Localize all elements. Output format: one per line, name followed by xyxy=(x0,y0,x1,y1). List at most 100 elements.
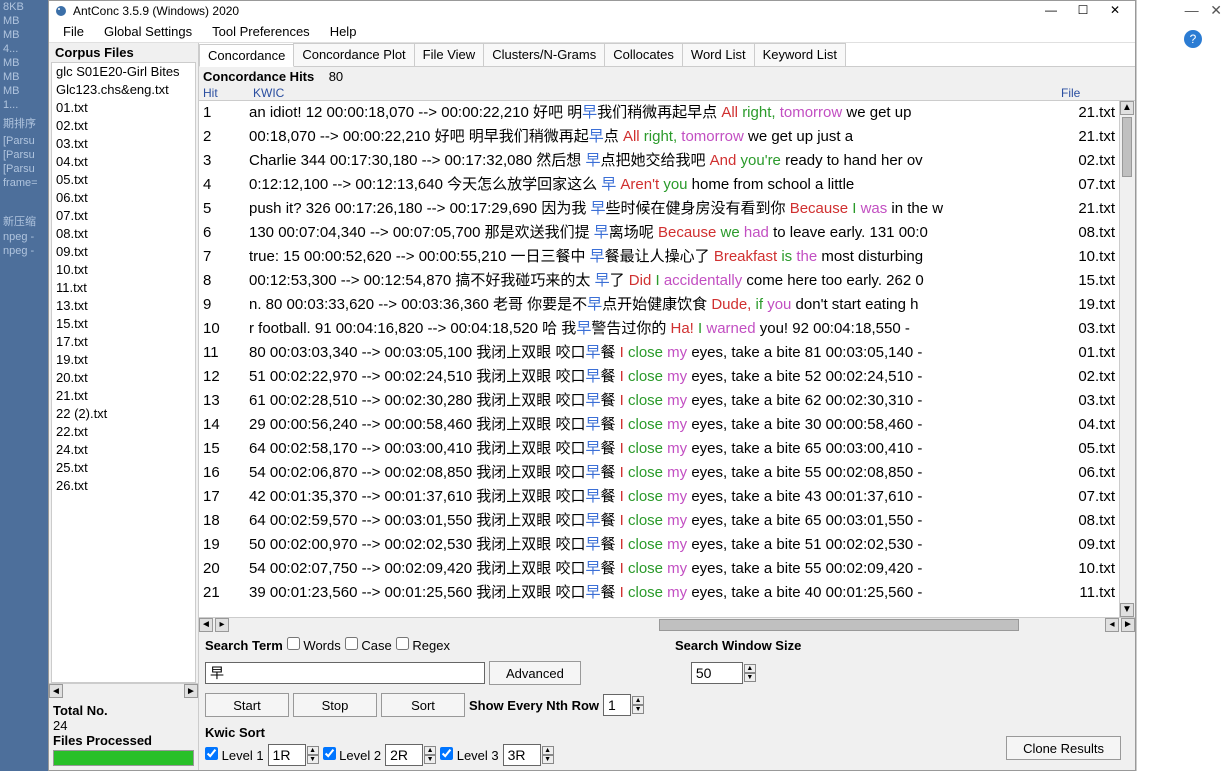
concordance-row[interactable]: 6 130 00:07:04,340 --> 00:07:05,700 那是欢送… xyxy=(199,221,1119,245)
concordance-row[interactable]: 200:18,070 --> 00:00:22,210 好吧 明早我们稍微再起早… xyxy=(199,125,1119,149)
nth-row-spinner[interactable]: ▲▼ xyxy=(603,694,644,716)
concordance-row[interactable]: 1742 00:01:35,370 --> 00:01:37,610 我闭上双眼… xyxy=(199,485,1119,509)
advanced-button[interactable]: Advanced xyxy=(489,661,581,685)
corpus-file-item[interactable]: 22.txt xyxy=(52,423,195,441)
tab-concordance[interactable]: Concordance xyxy=(199,44,294,67)
corpus-file-item[interactable]: 25.txt xyxy=(52,459,195,477)
vertical-scrollbar[interactable]: ▲ ▼ xyxy=(1119,101,1135,617)
menu-tool-preferences[interactable]: Tool Preferences xyxy=(202,24,320,39)
corpus-file-item[interactable]: 10.txt xyxy=(52,261,195,279)
spin-down-icon[interactable]: ▼ xyxy=(632,705,644,714)
corpus-file-item[interactable]: 15.txt xyxy=(52,315,195,333)
concordance-row[interactable]: 2054 00:02:07,750 --> 00:02:09,420 我闭上双眼… xyxy=(199,557,1119,581)
col-kwic[interactable]: KWIC xyxy=(253,86,1061,100)
corpus-file-item[interactable]: 21.txt xyxy=(52,387,195,405)
corpus-file-item[interactable]: 09.txt xyxy=(52,243,195,261)
scroll-thumb[interactable] xyxy=(1122,117,1132,177)
level1-checkbox[interactable]: Level 1 xyxy=(205,747,264,763)
words-checkbox[interactable]: Words xyxy=(287,637,341,653)
scroll-right-icon[interactable]: ► xyxy=(184,684,198,698)
tab-word-list[interactable]: Word List xyxy=(682,43,755,66)
minimize-button[interactable]: — xyxy=(1035,1,1067,21)
col-file[interactable]: File xyxy=(1061,86,1131,100)
concordance-row[interactable]: 10r football. 91 00:04:16,820 --> 00:04:… xyxy=(199,317,1119,341)
scroll-up-icon[interactable]: ▲ xyxy=(1120,101,1134,115)
concordance-row[interactable]: 1an idiot! 12 00:00:18,070 --> 00:00:22,… xyxy=(199,101,1119,125)
tab-keyword-list[interactable]: Keyword List xyxy=(754,43,846,66)
corpus-file-item[interactable]: 26.txt xyxy=(52,477,195,495)
concordance-row[interactable]: 1864 00:02:59,570 --> 00:03:01,550 我闭上双眼… xyxy=(199,509,1119,533)
corpus-file-item[interactable]: 20.txt xyxy=(52,369,195,387)
concordance-row[interactable]: 1429 00:00:56,240 --> 00:00:58,460 我闭上双眼… xyxy=(199,413,1119,437)
concordance-row[interactable]: 1950 00:02:00,970 --> 00:02:02,530 我闭上双眼… xyxy=(199,533,1119,557)
help-icon[interactable]: ? xyxy=(1184,30,1202,48)
level1-spinner[interactable]: ▲▼ xyxy=(268,744,319,766)
menu-file[interactable]: File xyxy=(53,24,94,39)
scroll-right-icon[interactable]: ► xyxy=(1121,618,1135,632)
corpus-file-item[interactable]: 02.txt xyxy=(52,117,195,135)
concordance-row[interactable]: 1564 00:02:58,170 --> 00:03:00,410 我闭上双眼… xyxy=(199,437,1119,461)
start-button[interactable]: Start xyxy=(205,693,289,717)
scroll-left2-icon[interactable]: ▸ xyxy=(215,618,229,632)
case-checkbox[interactable]: Case xyxy=(345,637,392,653)
concordance-table[interactable]: 1an idiot! 12 00:00:18,070 --> 00:00:22,… xyxy=(199,101,1119,605)
corpus-file-item[interactable]: 13.txt xyxy=(52,297,195,315)
concordance-row[interactable]: 1361 00:02:28,510 --> 00:02:30,280 我闭上双眼… xyxy=(199,389,1119,413)
clone-results-button[interactable]: Clone Results xyxy=(1006,736,1121,760)
concordance-row[interactable]: 1251 00:02:22,970 --> 00:02:24,510 我闭上双眼… xyxy=(199,365,1119,389)
concordance-row[interactable]: 2139 00:01:23,560 --> 00:01:25,560 我闭上双眼… xyxy=(199,581,1119,605)
scroll-down-icon[interactable]: ▼ xyxy=(1120,603,1134,617)
scroll-left-icon[interactable]: ◄ xyxy=(49,684,63,698)
concordance-row[interactable]: 1180 00:03:03,340 --> 00:03:05,100 我闭上双眼… xyxy=(199,341,1119,365)
search-input[interactable] xyxy=(205,662,485,684)
tab-file-view[interactable]: File View xyxy=(414,43,485,66)
corpus-file-item[interactable]: 11.txt xyxy=(52,279,195,297)
corpus-file-item[interactable]: 07.txt xyxy=(52,207,195,225)
menu-global-settings[interactable]: Global Settings xyxy=(94,24,202,39)
close-button[interactable]: ✕ xyxy=(1099,1,1131,21)
stop-button[interactable]: Stop xyxy=(293,693,377,717)
corpus-file-item[interactable]: glc S01E20-Girl Bites xyxy=(52,63,195,81)
level2-checkbox[interactable]: Level 2 xyxy=(323,747,382,763)
concordance-row[interactable]: 40:12:12,100 --> 00:12:13,640 今天怎么放学回家这么… xyxy=(199,173,1119,197)
corpus-file-item[interactable]: 04.txt xyxy=(52,153,195,171)
sidebar-hscroll[interactable]: ◄ ► xyxy=(49,683,198,699)
scroll-right2-icon[interactable]: ◂ xyxy=(1105,618,1119,632)
level3-checkbox[interactable]: Level 3 xyxy=(440,747,499,763)
hscroll-thumb[interactable] xyxy=(659,619,1019,631)
sort-button[interactable]: Sort xyxy=(381,693,465,717)
corpus-file-item[interactable]: 19.txt xyxy=(52,351,195,369)
concordance-row[interactable]: 5push it? 326 00:17:26,180 --> 00:17:29,… xyxy=(199,197,1119,221)
spin-down-icon[interactable]: ▼ xyxy=(744,673,756,682)
col-hit[interactable]: Hit xyxy=(203,86,253,100)
concordance-row[interactable]: 8 00:12:53,300 --> 00:12:54,870 搞不好我碰巧来的… xyxy=(199,269,1119,293)
level2-spinner[interactable]: ▲▼ xyxy=(385,744,436,766)
corpus-file-item[interactable]: 17.txt xyxy=(52,333,195,351)
corpus-file-item[interactable]: 05.txt xyxy=(52,171,195,189)
tab-collocates[interactable]: Collocates xyxy=(604,43,683,66)
corpus-file-item[interactable]: 22 (2).txt xyxy=(52,405,195,423)
horizontal-scrollbar[interactable]: ◄ ▸ ◂ ► xyxy=(199,617,1135,633)
maximize-button[interactable]: ☐ xyxy=(1067,1,1099,21)
corpus-file-item[interactable]: 06.txt xyxy=(52,189,195,207)
spin-up-icon[interactable]: ▲ xyxy=(632,696,644,705)
spin-up-icon[interactable]: ▲ xyxy=(744,664,756,673)
corpus-file-item[interactable]: Glc123.chs&eng.txt xyxy=(52,81,195,99)
corpus-file-item[interactable]: 03.txt xyxy=(52,135,195,153)
concordance-row[interactable]: 7true: 15 00:00:52,620 --> 00:00:55,210 … xyxy=(199,245,1119,269)
corpus-file-list[interactable]: glc S01E20-Girl BitesGlc123.chs&eng.txt0… xyxy=(51,62,196,683)
corpus-file-item[interactable]: 01.txt xyxy=(52,99,195,117)
scroll-left-icon[interactable]: ◄ xyxy=(199,618,213,632)
concordance-row[interactable]: 3 Charlie 344 00:17:30,180 --> 00:17:32,… xyxy=(199,149,1119,173)
regex-checkbox[interactable]: Regex xyxy=(396,637,450,653)
corpus-file-item[interactable]: 08.txt xyxy=(52,225,195,243)
menu-help[interactable]: Help xyxy=(320,24,367,39)
tab-concordance-plot[interactable]: Concordance Plot xyxy=(293,43,414,66)
tab-clusters-n-grams[interactable]: Clusters/N-Grams xyxy=(483,43,605,66)
concordance-row[interactable]: 1654 00:02:06,870 --> 00:02:08,850 我闭上双眼… xyxy=(199,461,1119,485)
search-window-size-spinner[interactable]: ▲▼ xyxy=(691,662,756,684)
corpus-file-item[interactable]: 24.txt xyxy=(52,441,195,459)
kwic-text: 00:18,070 --> 00:00:22,210 好吧 明早我们稍微再起早点… xyxy=(249,125,1059,149)
concordance-row[interactable]: 9n. 80 00:03:33,620 --> 00:03:36,360 老哥 … xyxy=(199,293,1119,317)
level3-spinner[interactable]: ▲▼ xyxy=(503,744,554,766)
